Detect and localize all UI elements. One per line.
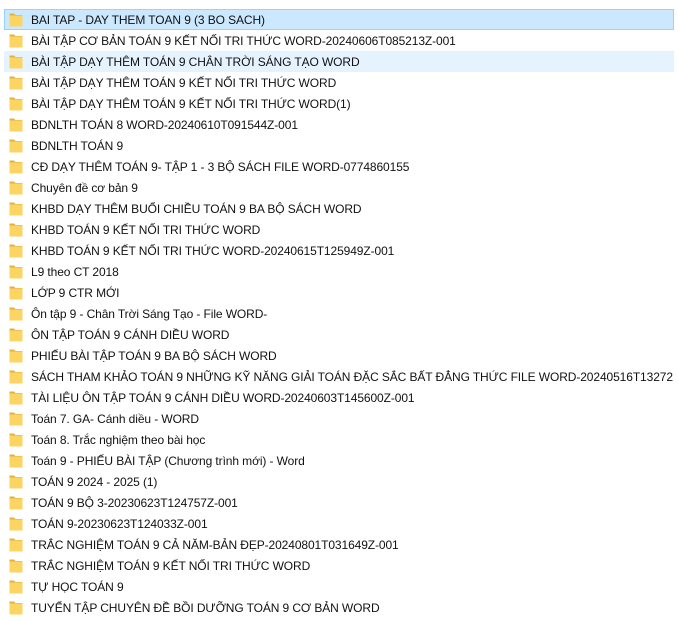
- folder-item[interactable]: PHIẾU BÀI TẬP TOÁN 9 BA BỘ SÁCH WORD: [4, 345, 674, 366]
- folder-name: TOÁN 9 BỘ 3-20230623T124757Z-001: [31, 495, 238, 510]
- folder-item[interactable]: BÀI TẬP DẠY THÊM TOÁN 9 CHÂN TRỜI SÁNG T…: [4, 51, 674, 72]
- folder-icon: [9, 160, 23, 174]
- folder-name: BDNLTH TOÁN 8 WORD-20240610T091544Z-001: [31, 117, 298, 132]
- folder-item[interactable]: TOÁN 9-20230623T124033Z-001: [4, 513, 674, 534]
- folder-item[interactable]: BDNLTH TOÁN 9: [4, 135, 674, 156]
- folder-item[interactable]: LỚP 9 CTR MỚI: [4, 282, 674, 303]
- folder-icon: [9, 349, 23, 363]
- folder-name: BAI TAP - DAY THEM TOAN 9 (3 BO SACH): [31, 12, 265, 27]
- folder-item[interactable]: TÀI LIỆU ÔN TẬP TOÁN 9 CÁNH DIỀU WORD-20…: [4, 387, 674, 408]
- folder-item[interactable]: Toán 9 - PHIẾU BÀI TẬP (Chương trình mới…: [4, 450, 674, 471]
- folder-item[interactable]: KHBD DẠY THÊM BUỔI CHIỀU TOÁN 9 BA BỘ SÁ…: [4, 198, 674, 219]
- folder-icon: [9, 559, 23, 573]
- folder-name: BÀI TẬP DẠY THÊM TOÁN 9 KẾT NỐI TRI THỨC…: [31, 96, 351, 111]
- folder-name: TỰ HỌC TOÁN 9: [31, 579, 124, 594]
- folder-icon: [9, 139, 23, 153]
- folder-name: L9 theo CT 2018: [31, 264, 119, 279]
- folder-name: BDNLTH TOÁN 9: [31, 138, 124, 153]
- folder-icon: [9, 601, 23, 615]
- folder-name: PHIẾU BÀI TẬP TOÁN 9 BA BỘ SÁCH WORD: [31, 348, 277, 363]
- folder-list: BAI TAP - DAY THEM TOAN 9 (3 BO SACH) BÀI…: [4, 9, 674, 618]
- folder-icon: [9, 496, 23, 510]
- folder-icon: [9, 244, 23, 258]
- folder-item[interactable]: BDNLTH TOÁN 8 WORD-20240610T091544Z-001: [4, 114, 674, 135]
- folder-item[interactable]: ÔN TẬP TOÁN 9 CÁNH DIỀU WORD: [4, 324, 674, 345]
- folder-name: KHBD TOÁN 9 KẾT NỐI TRI THỨC WORD-202406…: [31, 243, 395, 258]
- folder-item[interactable]: L9 theo CT 2018: [4, 261, 674, 282]
- folder-name: BÀI TẬP DẠY THÊM TOÁN 9 KẾT NỐI TRI THỨC…: [31, 75, 337, 90]
- folder-icon: [9, 454, 23, 468]
- folder-item[interactable]: TOÁN 9 2024 - 2025 (1): [4, 471, 674, 492]
- folder-item[interactable]: Ôn tập 9 - Chân Trời Sáng Tạo - File WOR…: [4, 303, 674, 324]
- folder-icon: [9, 286, 23, 300]
- folder-icon: [9, 202, 23, 216]
- folder-name: TOÁN 9-20230623T124033Z-001: [31, 516, 208, 531]
- folder-icon: [9, 475, 23, 489]
- folder-item[interactable]: BÀI TẬP DẠY THÊM TOÁN 9 KẾT NỐI TRI THỨC…: [4, 72, 674, 93]
- folder-icon: [9, 76, 23, 90]
- folder-name: TÀI LIỆU ÔN TẬP TOÁN 9 CÁNH DIỀU WORD-20…: [31, 390, 415, 405]
- folder-item[interactable]: TUYỂN TẬP CHUYÊN ĐỀ BỒI DƯỠNG TOÁN 9 CƠ …: [4, 597, 674, 618]
- folder-icon: [9, 433, 23, 447]
- folder-icon: [9, 328, 23, 342]
- folder-name: Ôn tập 9 - Chân Trời Sáng Tạo - File WOR…: [31, 306, 268, 321]
- folder-item[interactable]: TỰ HỌC TOÁN 9: [4, 576, 674, 597]
- folder-icon: [9, 55, 23, 69]
- folder-icon: [9, 223, 23, 237]
- folder-name: ÔN TẬP TOÁN 9 CÁNH DIỀU WORD: [31, 327, 230, 342]
- folder-icon: [9, 265, 23, 279]
- folder-icon: [9, 97, 23, 111]
- folder-icon: [9, 370, 23, 384]
- folder-icon: [9, 34, 23, 48]
- folder-item[interactable]: BAI TAP - DAY THEM TOAN 9 (3 BO SACH): [4, 9, 674, 30]
- folder-name: CĐ DẠY THÊM TOÁN 9- TẬP 1 - 3 BỘ SÁCH FI…: [31, 159, 410, 174]
- folder-item[interactable]: TOÁN 9 BỘ 3-20230623T124757Z-001: [4, 492, 674, 513]
- folder-icon: [9, 13, 23, 27]
- folder-name: TOÁN 9 2024 - 2025 (1): [31, 474, 158, 489]
- folder-name: Toán 9 - PHIẾU BÀI TẬP (Chương trình mới…: [31, 453, 305, 468]
- folder-item[interactable]: Chuyên đề cơ bản 9: [4, 177, 674, 198]
- folder-icon: [9, 391, 23, 405]
- folder-name: TUYỂN TẬP CHUYÊN ĐỀ BỒI DƯỠNG TOÁN 9 CƠ …: [31, 600, 380, 615]
- folder-icon: [9, 517, 23, 531]
- folder-icon: [9, 580, 23, 594]
- folder-name: LỚP 9 CTR MỚI: [31, 285, 120, 300]
- folder-name: BÀI TẬP DẠY THÊM TOÁN 9 CHÂN TRỜI SÁNG T…: [31, 54, 360, 69]
- folder-icon: [9, 538, 23, 552]
- folder-name: SÁCH THAM KHẢO TOÁN 9 NHỮNG KỸ NĂNG GIẢI…: [31, 369, 674, 384]
- folder-name: TRẮC NGHIỆM TOÁN 9 KẾT NỐI TRI THỨC WORD: [31, 558, 311, 573]
- folder-item[interactable]: BÀI TẬP CƠ BẢN TOÁN 9 KẾT NỐI TRI THỨC W…: [4, 30, 674, 51]
- folder-icon: [9, 118, 23, 132]
- folder-name: Chuyên đề cơ bản 9: [31, 180, 138, 195]
- folder-icon: [9, 412, 23, 426]
- folder-icon: [9, 307, 23, 321]
- folder-name: Toán 8. Trắc nghiệm theo bài học: [31, 432, 206, 447]
- folder-item[interactable]: Toán 8. Trắc nghiệm theo bài học: [4, 429, 674, 450]
- folder-item[interactable]: TRẮC NGHIỆM TOÁN 9 KẾT NỐI TRI THỨC WORD: [4, 555, 674, 576]
- folder-item[interactable]: TRẮC NGHIỆM TOÁN 9 CẢ NĂM-BẢN ĐẸP-202408…: [4, 534, 674, 555]
- folder-icon: [9, 181, 23, 195]
- folder-item[interactable]: BÀI TẬP DẠY THÊM TOÁN 9 KẾT NỐI TRI THỨC…: [4, 93, 674, 114]
- folder-name: KHBD DẠY THÊM BUỔI CHIỀU TOÁN 9 BA BỘ SÁ…: [31, 201, 362, 216]
- folder-item[interactable]: CĐ DẠY THÊM TOÁN 9- TẬP 1 - 3 BỘ SÁCH FI…: [4, 156, 674, 177]
- folder-item[interactable]: KHBD TOÁN 9 KẾT NỐI TRI THỨC WORD: [4, 219, 674, 240]
- folder-name: BÀI TẬP CƠ BẢN TOÁN 9 KẾT NỐI TRI THỨC W…: [31, 33, 456, 48]
- folder-item[interactable]: KHBD TOÁN 9 KẾT NỐI TRI THỨC WORD-202406…: [4, 240, 674, 261]
- folder-name: KHBD TOÁN 9 KẾT NỐI TRI THỨC WORD: [31, 222, 261, 237]
- folder-name: Toán 7. GA- Cánh diều - WORD: [31, 411, 199, 426]
- folder-item[interactable]: Toán 7. GA- Cánh diều - WORD: [4, 408, 674, 429]
- folder-name: TRẮC NGHIỆM TOÁN 9 CẢ NĂM-BẢN ĐẸP-202408…: [31, 537, 399, 552]
- folder-item[interactable]: SÁCH THAM KHẢO TOÁN 9 NHỮNG KỸ NĂNG GIẢI…: [4, 366, 674, 387]
